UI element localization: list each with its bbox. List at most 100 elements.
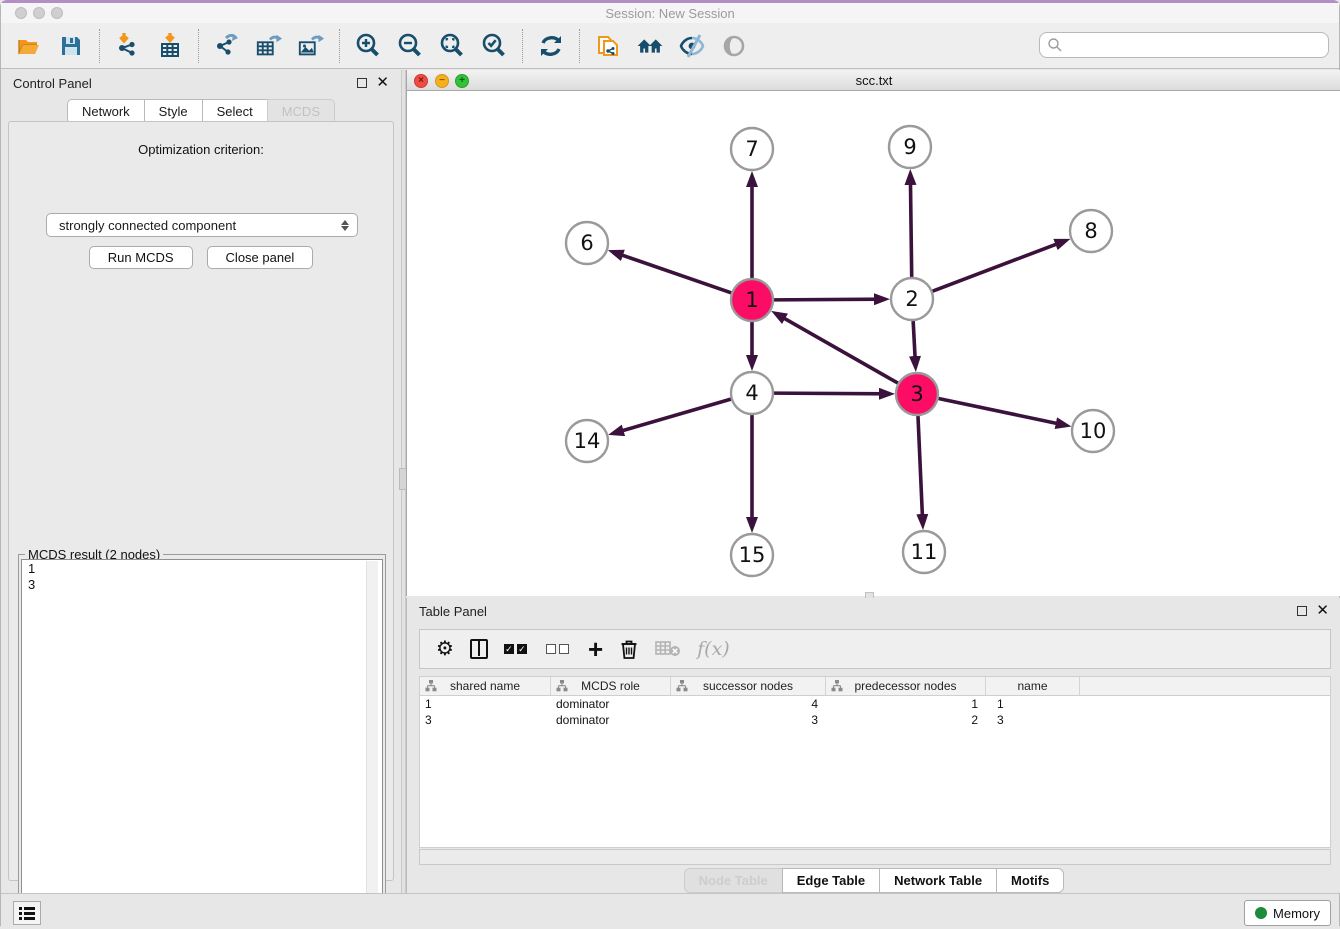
table-cell[interactable]: 1 (826, 696, 986, 712)
control-panel-header: Control Panel ✕ (1, 70, 401, 96)
open-session-icon[interactable] (15, 32, 43, 60)
memory-button[interactable]: Memory (1244, 900, 1331, 926)
close-panel-button[interactable]: Close panel (207, 246, 314, 269)
edge-4-14[interactable] (616, 399, 731, 432)
tab-edge-table[interactable]: Edge Table (782, 868, 879, 893)
float-panel-icon[interactable] (357, 78, 367, 88)
network-view-window: × − + scc.txt 1234678910111415 (406, 70, 1340, 596)
application-window: Session: New Session (0, 0, 1340, 926)
table-header-row: shared name MCDS rolesuccessor nodesprede… (420, 677, 1330, 696)
graph-node-label: 2 (905, 287, 918, 311)
edge-1-6[interactable] (615, 253, 731, 293)
export-table-icon[interactable] (255, 32, 283, 60)
graph-node-label: 4 (745, 381, 758, 405)
table-cell[interactable]: 2 (826, 712, 986, 728)
search-icon (1047, 37, 1063, 53)
graph-node-label: 9 (903, 135, 916, 159)
close-table-panel-icon[interactable]: ✕ (1316, 606, 1329, 616)
titlebar: Session: New Session (1, 3, 1339, 23)
memory-status-icon (1255, 907, 1267, 919)
table-cell[interactable]: 3 (420, 712, 551, 728)
column-tree-icon (831, 680, 843, 692)
table-cell[interactable]: 4 (671, 696, 826, 712)
network-canvas[interactable]: 1234678910111415 (407, 91, 1340, 596)
network-canvas-container: 1234678910111415 (407, 91, 1340, 596)
column-tree-icon (676, 680, 688, 692)
graph-node-label: 14 (574, 429, 601, 453)
edge-3-11[interactable] (918, 416, 923, 522)
network-window-titlebar[interactable]: × − + scc.txt (407, 70, 1340, 91)
graph-node-label: 1 (745, 288, 758, 312)
close-panel-icon[interactable]: ✕ (376, 78, 389, 88)
task-history-button[interactable] (13, 901, 41, 925)
export-network-icon[interactable] (213, 32, 241, 60)
control-panel: Control Panel ✕ NetworkStyleSelectMCDS O… (1, 70, 401, 893)
save-session-icon[interactable] (57, 32, 85, 60)
select-all-checkboxes-icon[interactable]: ✓✓ (504, 635, 530, 663)
clone-network-icon[interactable] (594, 32, 622, 60)
table-row[interactable]: 3dominator323 (420, 712, 1330, 728)
zoom-fit-icon[interactable] (438, 32, 466, 60)
search-input[interactable] (1063, 34, 1328, 56)
column-header-label: shared name (450, 679, 520, 693)
graph-node-label: 15 (739, 543, 766, 567)
control-panel-title: Control Panel (13, 76, 92, 91)
zoom-out-icon[interactable] (396, 32, 424, 60)
zoom-in-icon[interactable] (354, 32, 382, 60)
zoom-selected-icon[interactable] (480, 32, 508, 60)
home-icon[interactable] (636, 32, 664, 60)
edge-3-1[interactable] (778, 315, 898, 383)
delete-column-icon[interactable] (619, 635, 639, 663)
import-table-icon[interactable] (156, 32, 184, 60)
table-tabs: Node TableEdge TableNetwork TableMotifs (407, 868, 1340, 893)
table-toolbar: ⚙ ✓✓ + f(x) (419, 629, 1331, 669)
column-header-label: name (1017, 679, 1047, 693)
edge-3-10[interactable] (939, 399, 1064, 425)
tab-node-table[interactable]: Node Table (684, 868, 782, 893)
graph-node-label: 10 (1080, 419, 1107, 443)
table-cell[interactable]: 1 (986, 696, 1080, 712)
column-header-shared-name[interactable]: shared name (420, 677, 551, 696)
edge-4-3[interactable] (774, 393, 887, 394)
window-title: Session: New Session (1, 6, 1339, 21)
column-layout-icon[interactable] (470, 635, 488, 663)
export-image-icon[interactable] (297, 32, 325, 60)
table-panel: Table Panel ✕ ⚙ ✓✓ + f(x) shared name MCD… (406, 598, 1340, 893)
bird-eye-view-icon[interactable] (720, 32, 748, 60)
table-panel-header: Table Panel ✕ (407, 598, 1340, 624)
graph-node-label: 3 (910, 382, 923, 406)
edge-2-8[interactable] (933, 242, 1063, 292)
column-header-MCDS-role[interactable]: MCDS role (551, 677, 671, 696)
float-table-panel-icon[interactable] (1297, 606, 1307, 616)
table-row[interactable]: 1dominator411 (420, 696, 1330, 712)
mcds-tab-content: Optimization criterion: strongly connect… (8, 121, 394, 881)
settings-gear-icon[interactable]: ⚙ (436, 635, 454, 663)
function-builder-icon[interactable]: f(x) (697, 635, 730, 663)
import-network-icon[interactable] (114, 32, 142, 60)
edge-2-9[interactable] (910, 177, 911, 277)
table-cell[interactable]: 1 (420, 696, 551, 712)
add-column-icon[interactable]: + (588, 635, 603, 663)
tab-network-table[interactable]: Network Table (879, 868, 996, 893)
optimization-criterion-select[interactable]: strongly connected component (46, 213, 358, 237)
status-bar: Memory (1, 893, 1339, 929)
optimization-criterion-label: Optimization criterion: (9, 142, 393, 157)
table-cell[interactable]: 3 (986, 712, 1080, 728)
deselect-all-checkboxes-icon[interactable] (546, 635, 572, 663)
result-scrollbar[interactable] (366, 561, 378, 917)
run-mcds-button[interactable]: Run MCDS (89, 246, 193, 269)
edge-1-2[interactable] (774, 299, 882, 300)
apply-layout-icon[interactable] (537, 32, 565, 60)
column-header-predecessor-nodes[interactable]: predecessor nodes (826, 677, 986, 696)
mcds-result-list[interactable]: 13 (21, 559, 383, 919)
delete-table-icon[interactable] (655, 635, 681, 663)
table-cell[interactable]: dominator (551, 696, 671, 712)
table-cell[interactable]: 3 (671, 712, 826, 728)
table-horizontal-scrollbar[interactable] (419, 849, 1331, 865)
edge-2-3[interactable] (913, 321, 915, 364)
column-header-name[interactable]: name (986, 677, 1080, 696)
show-graphics-details-icon[interactable] (678, 32, 706, 60)
table-cell[interactable]: dominator (551, 712, 671, 728)
tab-motifs[interactable]: Motifs (996, 868, 1064, 893)
column-header-successor-nodes[interactable]: successor nodes (671, 677, 826, 696)
